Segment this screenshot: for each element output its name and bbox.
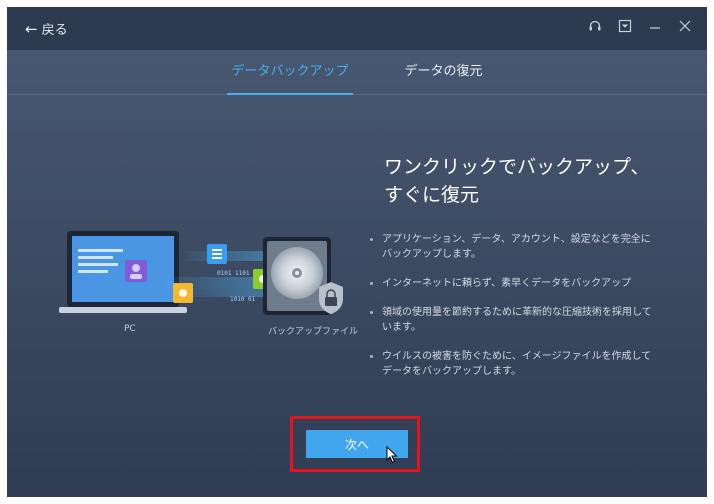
tab-data-backup[interactable]: データバックアップ — [227, 50, 353, 95]
pc-label: PC — [124, 324, 136, 334]
mouse-cursor-icon — [386, 445, 398, 468]
title-bar: ← 戻る — [7, 7, 707, 50]
feature-list: アプリケーション、データ、アカウント、設定などを完全にバックアップします。 イン… — [368, 232, 658, 393]
minimize-icon[interactable] — [647, 18, 663, 34]
dropdown-box-icon[interactable] — [617, 18, 633, 34]
feature-item: インターネットに頼らず、素早くデータをバックアップ — [368, 276, 658, 291]
tab-bar: データバックアップ データの復元 — [7, 50, 707, 95]
back-label: 戻る — [41, 23, 68, 38]
back-button[interactable]: ← 戻る — [25, 19, 68, 39]
illustration-graphic: 0101 1101 1010 01 — [59, 231, 343, 315]
feature-item: 領域の使用量を節約するために革新的な圧縮技術を採用しています。 — [368, 305, 658, 335]
main-heading: ワンクリックでバックアップ、すぐに復元 — [384, 156, 650, 206]
backup-illustration: 0101 1101 1010 01 — [55, 229, 355, 339]
headset-icon[interactable] — [587, 18, 603, 34]
feature-item: ウイルスの被害を防ぐために、イメージファイルを作成してデータをバックアップします… — [368, 349, 658, 379]
arrow-left-icon: ← — [25, 19, 38, 38]
close-icon[interactable] — [677, 18, 693, 34]
app-window: ← 戻る データバックアップ データの復元 0101 1101 1010 01 … — [7, 7, 707, 497]
feature-item: アプリケーション、データ、アカウント、設定などを完全にバックアップします。 — [368, 232, 658, 262]
window-controls — [587, 18, 693, 34]
backup-file-label: バックアップファイル — [268, 327, 359, 337]
tab-data-restore[interactable]: データの復元 — [401, 50, 487, 94]
svg-text:0101 1101: 0101 1101 — [217, 270, 250, 277]
svg-text:1010 01: 1010 01 — [230, 296, 256, 303]
